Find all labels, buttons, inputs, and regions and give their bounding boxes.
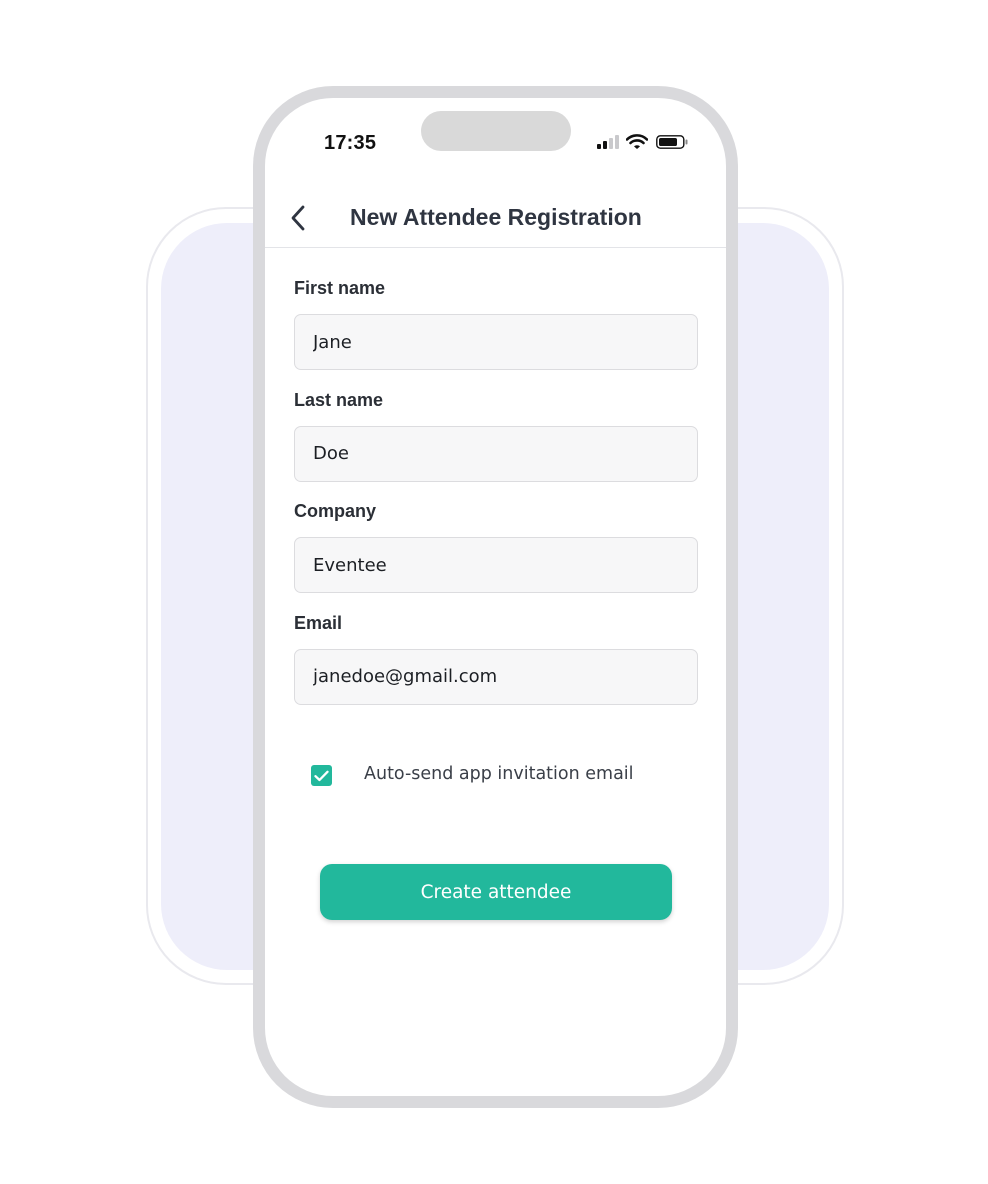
first-name-field-group: First name	[294, 278, 698, 390]
phone-screen: 17:35 New Attendee Registration First na…	[265, 98, 726, 1096]
battery-icon	[656, 135, 688, 149]
auto-send-label: Auto-send app invitation email	[364, 764, 634, 784]
auto-send-row: Auto-send app invitation email	[311, 762, 691, 792]
phone-frame: 17:35 New Attendee Registration First na…	[253, 86, 738, 1108]
page-title: New Attendee Registration	[350, 204, 642, 230]
company-label: Company	[294, 501, 377, 521]
last-name-input[interactable]	[294, 425, 698, 482]
dynamic-island	[421, 111, 571, 151]
checkmark-icon	[314, 770, 329, 781]
wifi-icon	[626, 134, 648, 149]
app-header: New Attendee Registration	[265, 186, 726, 248]
first-name-label: First name	[294, 278, 386, 298]
create-attendee-button[interactable]: Create attendee	[320, 864, 672, 920]
status-icons	[596, 134, 696, 150]
email-field-group: Email	[294, 613, 698, 725]
last-name-label: Last name	[294, 389, 384, 410]
first-name-input[interactable]	[294, 314, 698, 370]
email-input[interactable]	[294, 648, 698, 705]
auto-send-checkbox[interactable]	[311, 765, 332, 786]
email-label: Email	[294, 612, 343, 633]
company-field-group: Company	[294, 501, 698, 613]
company-input[interactable]	[294, 537, 698, 593]
back-button[interactable]	[283, 198, 313, 238]
chevron-left-icon	[291, 205, 305, 231]
status-time: 17:35	[324, 132, 377, 154]
signal-icon	[597, 135, 619, 149]
stage: 17:35 New Attendee Registration First na…	[0, 0, 988, 1184]
registration-form: First name Last name Company Email	[294, 278, 698, 724]
last-name-field-group: Last name	[294, 390, 698, 502]
